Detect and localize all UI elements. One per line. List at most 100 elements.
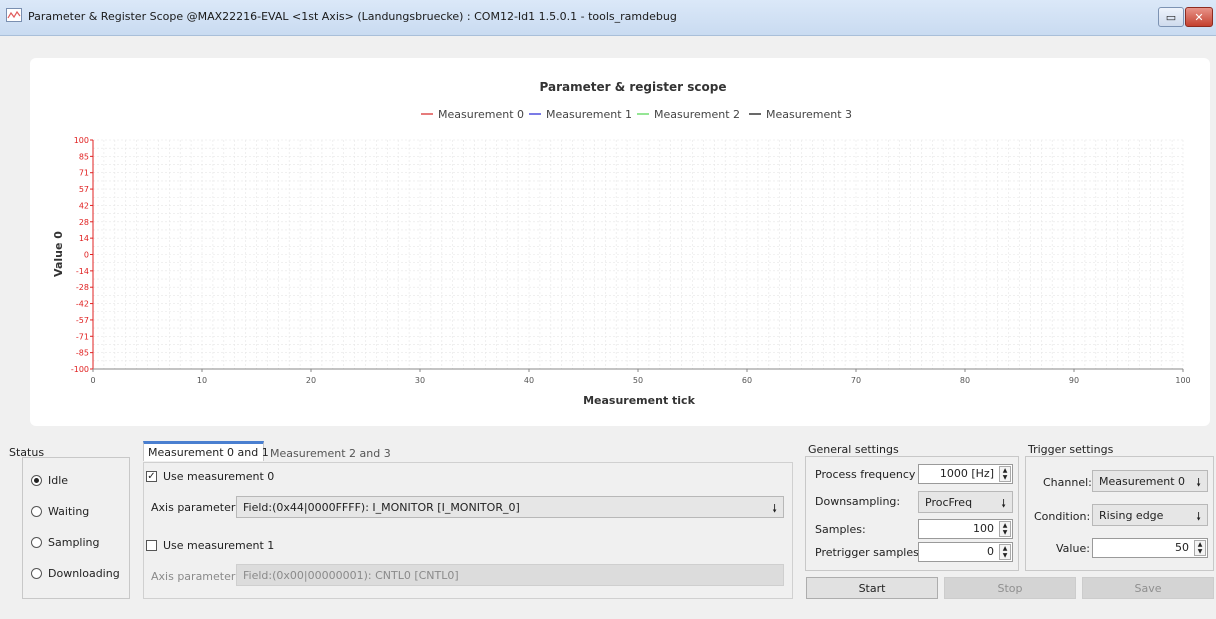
title-bar: Parameter & Register Scope @MAX22216-EVA… xyxy=(0,0,1216,36)
status-downloading-label: Downloading xyxy=(48,567,120,580)
y-tick-label: 85 xyxy=(79,152,89,161)
stop-button[interactable]: Stop xyxy=(944,577,1076,599)
process-frequency-value: 1000 [Hz] xyxy=(939,467,994,480)
dropdown-arrow-icon: 🠗 xyxy=(772,502,777,515)
x-tick-label: 100 xyxy=(1175,376,1190,385)
downsampling-label: Downsampling: xyxy=(815,495,901,508)
use-measurement-1-label: Use measurement 1 xyxy=(163,539,275,552)
trigger-condition-value: Rising edge xyxy=(1099,508,1164,522)
downsampling-dropdown[interactable]: ProcFreq 🠗 xyxy=(918,491,1013,513)
y-tick-label: -71 xyxy=(76,332,89,341)
legend-entry: Measurement 2 xyxy=(654,108,740,121)
restore-icon: ▭ xyxy=(1165,10,1177,24)
legend-entry: Measurement 0 xyxy=(438,108,524,121)
start-button[interactable]: Start xyxy=(806,577,938,599)
close-icon: ✕ xyxy=(1194,10,1204,24)
close-button[interactable]: ✕ xyxy=(1185,7,1213,27)
dropdown-arrow-icon: 🠗 xyxy=(1196,476,1201,489)
trigger-settings-label: Trigger settings xyxy=(1028,443,1114,456)
spin-down-icon: ▼ xyxy=(1002,474,1008,481)
use-measurement-0-label: Use measurement 0 xyxy=(163,470,275,483)
spin-up-icon: ▲ xyxy=(1197,541,1203,548)
x-axis-label: Measurement tick xyxy=(583,394,695,407)
tab-label: Measurement 0 and 1 xyxy=(148,446,269,459)
y-tick-label: 14 xyxy=(79,234,89,243)
axis-parameter-0-value: Field:(0x44|0000FFFF): I_MONITOR [I_MONI… xyxy=(243,500,520,514)
tab-measurement-2-3[interactable]: Measurement 2 and 3 xyxy=(266,443,391,463)
x-tick-label: 90 xyxy=(1069,376,1079,385)
trigger-condition-label: Condition: xyxy=(1034,510,1091,523)
checkbox-icon xyxy=(146,540,157,551)
y-tick-label: 0 xyxy=(84,251,89,260)
downsampling-value: ProcFreq xyxy=(925,495,973,509)
spin-down-icon: ▼ xyxy=(1197,548,1203,555)
spin-buttons-icon[interactable]: ▲ ▼ xyxy=(999,544,1011,560)
spin-buttons-icon[interactable]: ▲ ▼ xyxy=(999,521,1011,537)
restore-button[interactable]: ▭ xyxy=(1158,7,1184,27)
samples-label: Samples: xyxy=(815,523,866,536)
spin-buttons-icon[interactable]: ▲ ▼ xyxy=(1194,540,1206,556)
pretrigger-samples-label: Pretrigger samples: xyxy=(815,546,923,559)
tab-label: Measurement 2 and 3 xyxy=(270,446,391,460)
y-tick-label: -85 xyxy=(76,349,89,358)
axis-parameter-1-dropdown[interactable]: Field:(0x00|00000001): CNTL0 [CNTL0] xyxy=(236,564,784,586)
scope-chart[interactable]: Parameter & register scope Measurement 0… xyxy=(30,58,1210,426)
pretrigger-samples-input[interactable]: 0 ▲ ▼ xyxy=(918,542,1013,562)
chart-grid xyxy=(92,139,1184,370)
y-tick-label: 71 xyxy=(79,169,89,178)
status-downloading-radio[interactable]: Downloading xyxy=(31,567,120,580)
use-measurement-0-checkbox[interactable]: ✓ Use measurement 0 xyxy=(146,470,274,483)
legend-entry: Measurement 3 xyxy=(766,108,852,121)
x-tick-label: 60 xyxy=(742,376,752,385)
x-tick-label: 80 xyxy=(960,376,970,385)
x-tick-label: 40 xyxy=(524,376,534,385)
radio-icon xyxy=(31,506,42,517)
y-tick-label: 57 xyxy=(79,185,89,194)
spin-buttons-icon[interactable]: ▲ ▼ xyxy=(999,466,1011,482)
spin-up-icon: ▲ xyxy=(1002,467,1008,474)
status-sampling-label: Sampling xyxy=(48,536,100,549)
status-sampling-radio[interactable]: Sampling xyxy=(31,536,100,549)
y-tick-label: 42 xyxy=(79,201,89,210)
checkbox-checked-icon: ✓ xyxy=(146,470,157,482)
scope-chart-panel: Parameter & register scope Measurement 0… xyxy=(30,58,1210,426)
start-button-label: Start xyxy=(858,581,886,595)
axis-parameter-0-dropdown[interactable]: Field:(0x44|0000FFFF): I_MONITOR [I_MONI… xyxy=(236,496,784,518)
save-button-label: Save xyxy=(1134,581,1162,595)
trigger-value-input[interactable]: 50 ▲ ▼ xyxy=(1092,538,1208,558)
status-waiting-label: Waiting xyxy=(48,505,90,518)
dropdown-arrow-icon: 🠗 xyxy=(1196,510,1201,523)
tab-measurement-0-1[interactable]: Measurement 0 and 1 xyxy=(143,441,269,461)
y-tick-label: -57 xyxy=(76,316,89,325)
status-group: Idle Waiting Sampling Downloading xyxy=(22,457,130,599)
process-frequency-input[interactable]: 1000 [Hz] ▲ ▼ xyxy=(918,464,1013,484)
trigger-condition-dropdown[interactable]: Rising edge 🠗 xyxy=(1092,504,1208,526)
spin-up-icon: ▲ xyxy=(1002,545,1008,552)
trigger-channel-label: Channel: xyxy=(1043,476,1092,489)
axis-parameter-1-label: Axis parameter: xyxy=(151,570,239,583)
axis-parameter-0-label: Axis parameter: xyxy=(151,501,239,514)
legend-entry: Measurement 1 xyxy=(546,108,632,121)
trigger-channel-value: Measurement 0 xyxy=(1099,474,1186,488)
samples-value: 100 xyxy=(973,522,994,535)
x-axis: 0 10 20 30 40 50 60 70 80 90 100 xyxy=(90,368,1191,385)
x-tick-label: 10 xyxy=(197,376,207,385)
trigger-value-label: Value: xyxy=(1056,542,1090,555)
save-button[interactable]: Save xyxy=(1082,577,1214,599)
x-tick-label: 50 xyxy=(633,376,643,385)
samples-input[interactable]: 100 ▲ ▼ xyxy=(918,519,1013,539)
status-idle-radio[interactable]: Idle xyxy=(31,474,68,487)
trigger-value-value: 50 xyxy=(1175,541,1189,554)
stop-button-label: Stop xyxy=(997,581,1023,595)
general-settings-label: General settings xyxy=(808,443,899,456)
use-measurement-1-checkbox[interactable]: Use measurement 1 xyxy=(146,539,274,552)
dropdown-arrow-icon: 🠗 xyxy=(1001,497,1006,510)
status-waiting-radio[interactable]: Waiting xyxy=(31,505,89,518)
x-tick-label: 20 xyxy=(306,376,316,385)
y-tick-label: 100 xyxy=(74,136,89,145)
scope-app-icon xyxy=(6,8,22,22)
chart-legend: Measurement 0 Measurement 1 Measurement 2 M… xyxy=(421,108,852,121)
process-frequency-label: Process frequency xyxy=(815,468,916,481)
trigger-channel-dropdown[interactable]: Measurement 0 🠗 xyxy=(1092,470,1208,492)
y-tick-label: -100 xyxy=(71,365,89,374)
